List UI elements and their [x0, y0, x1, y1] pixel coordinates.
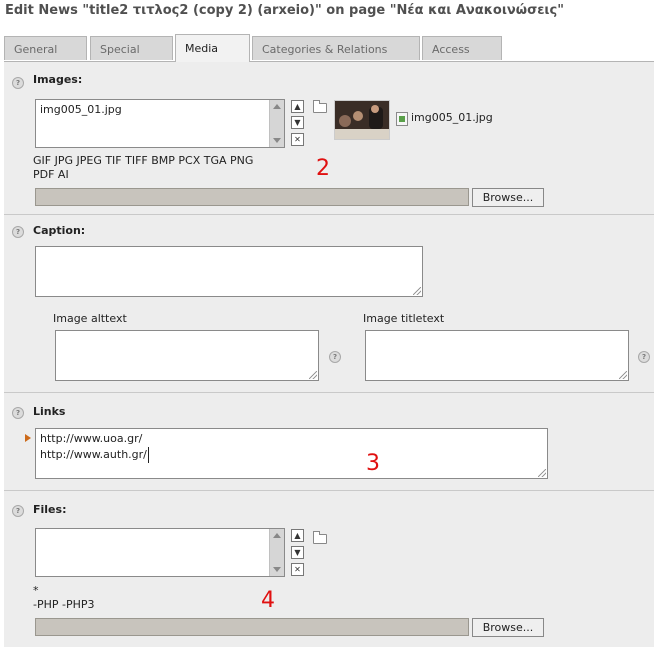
help-icon[interactable]: ? — [12, 77, 24, 89]
links-input[interactable]: http://www.uoa.gr/ http://www.auth.gr/ — [35, 428, 548, 479]
images-list-item[interactable]: img005_01.jpg — [40, 103, 122, 116]
images-label: Images: — [33, 73, 83, 86]
files-browse-button[interactable]: Browse... — [472, 618, 544, 637]
image-file-icon — [396, 112, 408, 126]
remove-icon[interactable]: ✕ — [291, 563, 304, 576]
tab-categories-relations[interactable]: Categories & Relations — [252, 36, 420, 60]
files-list-scrollbar[interactable] — [269, 529, 284, 576]
link-line: http://www.uoa.gr/ — [40, 432, 143, 445]
required-arrow-icon — [25, 434, 31, 442]
image-filename: img005_01.jpg — [411, 111, 493, 124]
files-label: Files: — [33, 503, 67, 516]
images-allowed-types-2: PDF AI — [33, 168, 69, 181]
folder-icon[interactable] — [313, 531, 327, 544]
annotation-3: 3 — [366, 451, 380, 476]
image-upload-field[interactable] — [35, 188, 469, 206]
move-down-icon[interactable]: ▼ — [291, 116, 304, 129]
images-section: ? Images: img005_01.jpg ▲ ▼ ✕ img005_01.… — [4, 62, 654, 215]
link-line: http://www.auth.gr/ — [40, 447, 149, 463]
caption-label: Caption: — [33, 224, 86, 237]
files-disallowed-types: -PHP -PHP3 — [33, 598, 95, 611]
file-upload-field[interactable] — [35, 618, 469, 636]
image-titletext-label: Image titletext — [363, 312, 445, 325]
images-browse-button[interactable]: Browse... — [472, 188, 544, 207]
files-allowed-types: * — [33, 584, 39, 597]
caption-section: ? Caption: Image alttext Image titletext… — [4, 215, 654, 393]
media-panel: ? Images: img005_01.jpg ▲ ▼ ✕ img005_01.… — [4, 61, 654, 647]
move-up-icon[interactable]: ▲ — [291, 100, 304, 113]
folder-icon[interactable] — [313, 100, 327, 113]
tab-general[interactable]: General — [4, 36, 87, 60]
help-icon[interactable]: ? — [638, 351, 650, 363]
links-section: ? Links http://www.uoa.gr/ http://www.au… — [4, 393, 654, 491]
remove-icon[interactable]: ✕ — [291, 133, 304, 146]
links-label: Links — [33, 405, 66, 418]
help-icon[interactable]: ? — [329, 351, 341, 363]
page-title: Edit News "title2 τιτλος2 (copy 2) (arxe… — [5, 3, 564, 18]
annotation-2: 2 — [316, 156, 330, 181]
image-thumbnail — [334, 100, 390, 140]
images-list-scrollbar[interactable] — [269, 100, 284, 147]
images-allowed-types: GIF JPG JPEG TIF TIFF BMP PCX TGA PNG — [33, 154, 254, 167]
help-icon[interactable]: ? — [12, 505, 24, 517]
image-alttext-input[interactable] — [55, 330, 319, 381]
annotation-4: 4 — [261, 588, 275, 613]
move-down-icon[interactable]: ▼ — [291, 546, 304, 559]
image-titletext-input[interactable] — [365, 330, 629, 381]
image-alttext-label: Image alttext — [53, 312, 127, 325]
tab-media[interactable]: Media — [175, 34, 250, 62]
help-icon[interactable]: ? — [12, 407, 24, 419]
caption-input[interactable] — [35, 246, 423, 297]
move-up-icon[interactable]: ▲ — [291, 529, 304, 542]
tab-access[interactable]: Access — [422, 36, 502, 60]
files-section: ? Files: ▲ ▼ ✕ * -PHP -PHP3 Browse... — [4, 491, 654, 646]
help-icon[interactable]: ? — [12, 226, 24, 238]
tab-special[interactable]: Special — [90, 36, 173, 60]
files-list[interactable] — [35, 528, 285, 577]
images-list[interactable]: img005_01.jpg — [35, 99, 285, 148]
